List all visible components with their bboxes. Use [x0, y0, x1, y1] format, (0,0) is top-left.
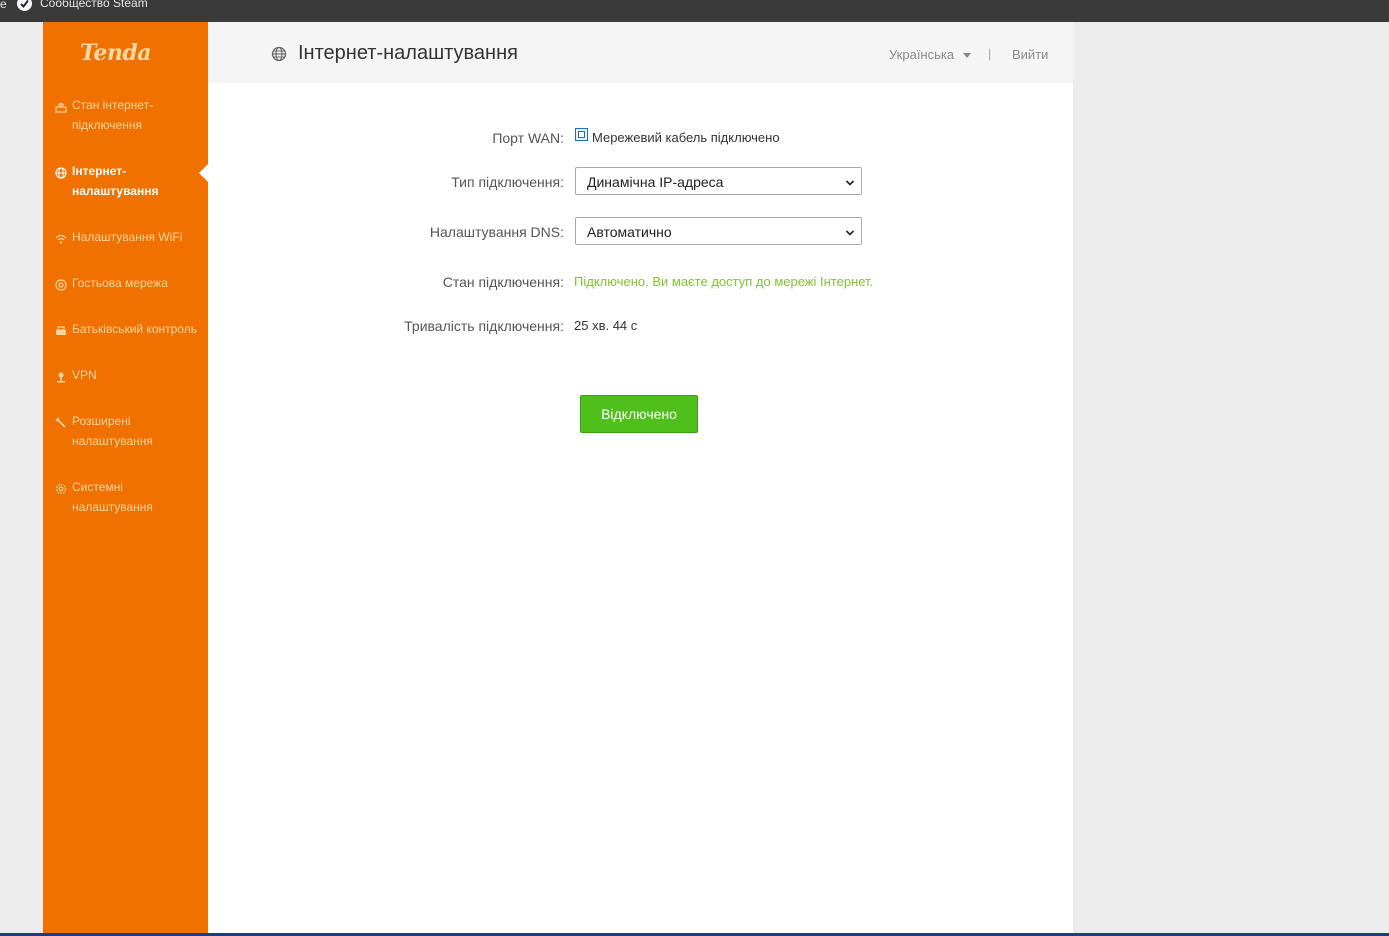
globe-icon — [55, 165, 67, 179]
sidebar-item-label: Батьківський контроль — [72, 322, 197, 336]
logout-link[interactable]: Вийти — [1012, 47, 1048, 62]
sidebar-item-label: Системні налаштування — [72, 480, 153, 514]
sidebar-item-wifi-settings[interactable]: Налаштування WiFi — [55, 227, 205, 247]
connection-type-row: Тип підключення: Динамічна IP-адреса — [208, 167, 1073, 197]
main-content: Інтернет-налаштування Українська | Вийти… — [208, 22, 1073, 934]
sidebar-item-label: Інтернет-налаштування — [72, 164, 159, 198]
router-icon — [55, 99, 67, 113]
bookmarks-bar: e Сообщество Steam — [0, 0, 1389, 22]
sidebar-item-advanced-settings[interactable]: Розширені налаштування — [55, 411, 205, 451]
sidebar-item-label: Стан інтернет-підключення — [72, 98, 154, 132]
connection-status-row: Стан підключення: Підключено. Ви маєте д… — [208, 267, 1073, 297]
disconnect-button[interactable]: Відключено — [580, 395, 698, 433]
sidebar-item-guest-network[interactable]: Гостьова мережа — [55, 273, 205, 293]
dns-settings-row: Налаштування DNS: Автоматично — [208, 217, 1073, 247]
page-header: Інтернет-налаштування Українська | Вийти — [208, 22, 1073, 83]
gear-icon — [55, 481, 67, 495]
sidebar-item-label: Налаштування WiFi — [72, 230, 183, 244]
sidebar-item-internet-settings[interactable]: Інтернет-налаштування — [55, 161, 205, 201]
caret-down-icon[interactable] — [963, 53, 971, 58]
wan-port-value: Мережевий кабель підключено — [592, 130, 780, 145]
guest-network-icon — [55, 277, 67, 291]
connection-type-label: Тип підключення: — [451, 174, 564, 190]
dns-settings-select[interactable]: Автоматично — [575, 217, 862, 245]
wrench-icon — [55, 415, 67, 428]
sidebar-item-label: VPN — [72, 368, 97, 382]
wifi-icon — [55, 231, 67, 244]
connection-duration-row: Тривалість підключення: 25 хв. 44 с — [208, 311, 1073, 341]
tenda-logo: Tenda — [80, 40, 151, 66]
header-divider: | — [988, 46, 992, 61]
parental-control-icon — [55, 323, 67, 335]
connection-status-value: Підключено. Ви маєте доступ до мережі Ін… — [574, 274, 874, 289]
connection-duration-label: Тривалість підключення: — [404, 318, 564, 334]
dns-settings-selected: Автоматично — [587, 224, 672, 240]
language-selector[interactable]: Українська — [889, 47, 954, 62]
connection-type-select[interactable]: Динамічна IP-адреса — [575, 167, 862, 195]
sidebar-item-label: Гостьова мережа — [72, 276, 168, 290]
wan-port-row: Порт WAN: Мережевий кабель підключено — [208, 123, 1073, 153]
bookmark-steam-community[interactable]: Сообщество Steam — [40, 0, 148, 10]
sidebar-item-parental-control[interactable]: Батьківський контроль — [55, 319, 205, 339]
chevron-down-icon — [845, 225, 855, 236]
connection-status-label: Стан підключення: — [442, 274, 564, 290]
globe-icon — [271, 46, 287, 62]
bookmark-fragment[interactable]: e — [0, 0, 7, 11]
dns-settings-label: Налаштування DNS: — [429, 224, 564, 240]
page-title: Інтернет-налаштування — [298, 42, 518, 64]
steam-icon — [17, 0, 32, 11]
connection-type-selected: Динамічна IP-адреса — [587, 174, 724, 190]
vpn-icon — [55, 369, 67, 383]
sidebar-item-internet-status[interactable]: Стан інтернет-підключення — [55, 95, 205, 135]
sidebar: Tenda Стан інтернет-підключення Інтернет… — [43, 22, 208, 934]
wan-port-status-icon — [575, 128, 588, 141]
wan-port-label: Порт WAN: — [492, 130, 564, 146]
chevron-down-icon — [845, 175, 855, 186]
sidebar-item-system-settings[interactable]: Системні налаштування — [55, 477, 205, 517]
connection-duration-value: 25 хв. 44 с — [574, 318, 638, 333]
sidebar-item-label: Розширені налаштування — [72, 414, 153, 448]
sidebar-item-vpn[interactable]: VPN — [55, 365, 205, 385]
